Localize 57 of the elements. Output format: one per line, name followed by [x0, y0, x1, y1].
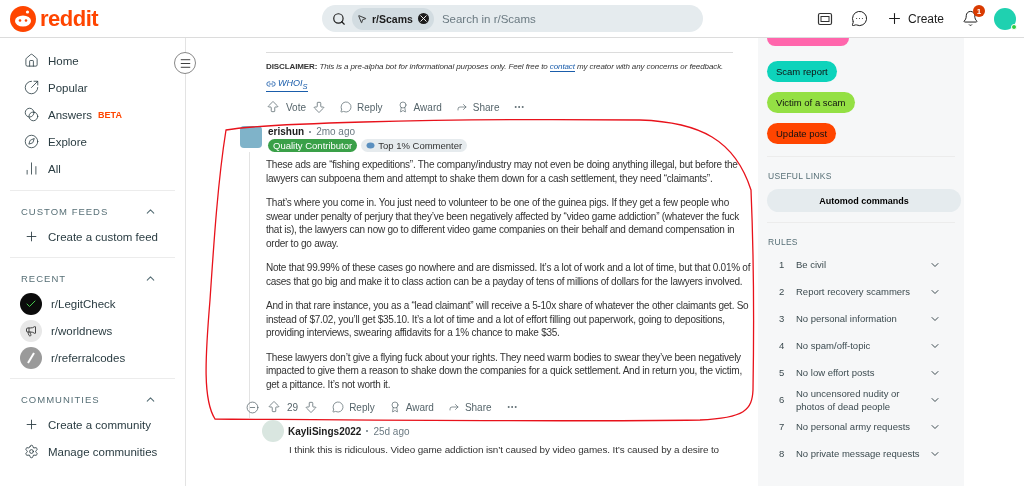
- rule-item[interactable]: 1 Be civil: [767, 251, 955, 278]
- nav-item[interactable]: Manage communities: [10, 438, 175, 465]
- share-button[interactable]: Share: [447, 401, 492, 414]
- vote-count: Vote: [286, 101, 307, 113]
- nav-item[interactable]: Create a custom feed: [10, 223, 175, 250]
- flair-tag[interactable]: Victim of a scam: [767, 92, 855, 113]
- flair-tag[interactable]: Scam report: [767, 61, 837, 82]
- community-chip[interactable]: r/Scams: [352, 7, 434, 30]
- comment-paragraph: These ads are “fishing expeditions”. The company/industry may not even be doing anything illegal, but before the lawyers can subpoena them and attempt to shake them down for a cash settlement, they need “claimants”.: [266, 158, 739, 186]
- notifications-button[interactable]: 1: [959, 7, 982, 30]
- reply-button[interactable]: Reply: [332, 401, 375, 414]
- achievement-badge: Top 1% Commenter: [361, 139, 468, 153]
- create-button[interactable]: Create: [882, 7, 947, 30]
- section-title: USEFUL LINKS: [767, 171, 833, 181]
- section-header[interactable]: COMMUNITIES: [10, 387, 175, 411]
- comment-paragraph: That’s where you come in. You just need to volunteer to be one of the guinea pigs. If they get a few people who swear under penalty of perjury that they’ve been negatively affected by “video game addiction” (whatever the fuck that is), the lawyers can now go to different video game companies on their behalf and demand compensation in order to go away.: [266, 196, 740, 251]
- comment-paragraph: I think this is ridiculous. Video game addiction isn’t caused by video games. It’s caused by a desire to: [289, 444, 720, 456]
- nav-item[interactable]: Explore: [10, 128, 175, 155]
- nav-item[interactable]: Create a community: [10, 411, 175, 438]
- comment-paragraph: And in that rare instance, you as a “lead claimant” will receive a 5-10x share of whatever the other claimants get. So instead of $7.02, you’ll get $35.10. It’s a lot of time and a lot of effort filling out paperwork, going to depositions, providing interviews, swearing affidavits for a 1% chance to make $35.: [266, 299, 750, 340]
- nav-item[interactable]: Popular: [10, 74, 175, 101]
- logo-text: reddit: [40, 5, 99, 32]
- vote-count: 29: [287, 401, 299, 413]
- rule-item[interactable]: 3 No personal information: [767, 305, 955, 332]
- comment-time: 2mo ago: [316, 126, 356, 138]
- section-header[interactable]: CUSTOM FEEDS: [10, 199, 175, 223]
- nav-item[interactable]: Answers BETA: [10, 101, 175, 128]
- rule-item[interactable]: 5 No low effort posts: [767, 359, 955, 386]
- comment-author[interactable]: KayliSings2022: [288, 425, 362, 437]
- comment-paragraph: These lawyers don’t give a flying fuck about your rights. They need warm bodies to swear they’ve been negatively impacted to give them a reason to shake down the companies for a quick settlement. And in return you, the victim, get a pittance. It’s not worth it.: [266, 350, 743, 392]
- comment-time: 25d ago: [373, 425, 410, 437]
- nav-item[interactable]: Home: [10, 47, 175, 74]
- comment-author[interactable]: erishun: [268, 126, 305, 138]
- rule-item[interactable]: 8 No private message requests: [767, 440, 955, 467]
- award-button[interactable]: Award: [396, 101, 442, 114]
- flair-tag[interactable]: Update post: [767, 123, 837, 144]
- nav-item[interactable]: r/worldnews: [10, 317, 175, 344]
- award-button[interactable]: Award: [388, 401, 434, 414]
- rule-item[interactable]: 7 No personal army requests: [767, 413, 955, 440]
- whois-link[interactable]: WHOI$_{S}$: [266, 78, 308, 92]
- reply-button[interactable]: Reply: [340, 101, 383, 114]
- rule-item[interactable]: 2 Report recovery scammers: [767, 278, 955, 305]
- nav-item[interactable]: r/referralcodes: [10, 344, 175, 371]
- section-header[interactable]: RECENT: [10, 266, 175, 290]
- disclaimer-text: DISCLAIMER: This is a pre-alpha bot for informational purposes only. Feel free to contact my creator with any concerns or feedback.: [266, 61, 725, 72]
- section-title: RULES: [767, 237, 799, 247]
- contact-link[interactable]: contact: [549, 62, 575, 72]
- rule-item[interactable]: 6 No uncensored nudity or photos of dead people: [767, 386, 955, 413]
- beta-label: BETA: [98, 109, 122, 120]
- link-button[interactable]: Automod commands: [767, 189, 961, 212]
- nav-item[interactable]: r/LegitCheck: [10, 290, 175, 317]
- user-flair: Quality Contributor: [268, 139, 358, 153]
- share-button[interactable]: Share: [455, 101, 500, 114]
- search-field[interactable]: r/Scams Search in r/Scams: [322, 5, 703, 32]
- nav-item[interactable]: All: [10, 155, 175, 182]
- rule-item[interactable]: 4 No spam/off-topic: [767, 332, 955, 359]
- comment-paragraph: Note that 99.99% of these cases go nowhere and are dismissed. It’s a lot of work and a lot of time, but that 0.01% of cases that go big and make it to class action can be a payday of tens of millions of dollars for the lawyers involved.: [266, 261, 752, 289]
